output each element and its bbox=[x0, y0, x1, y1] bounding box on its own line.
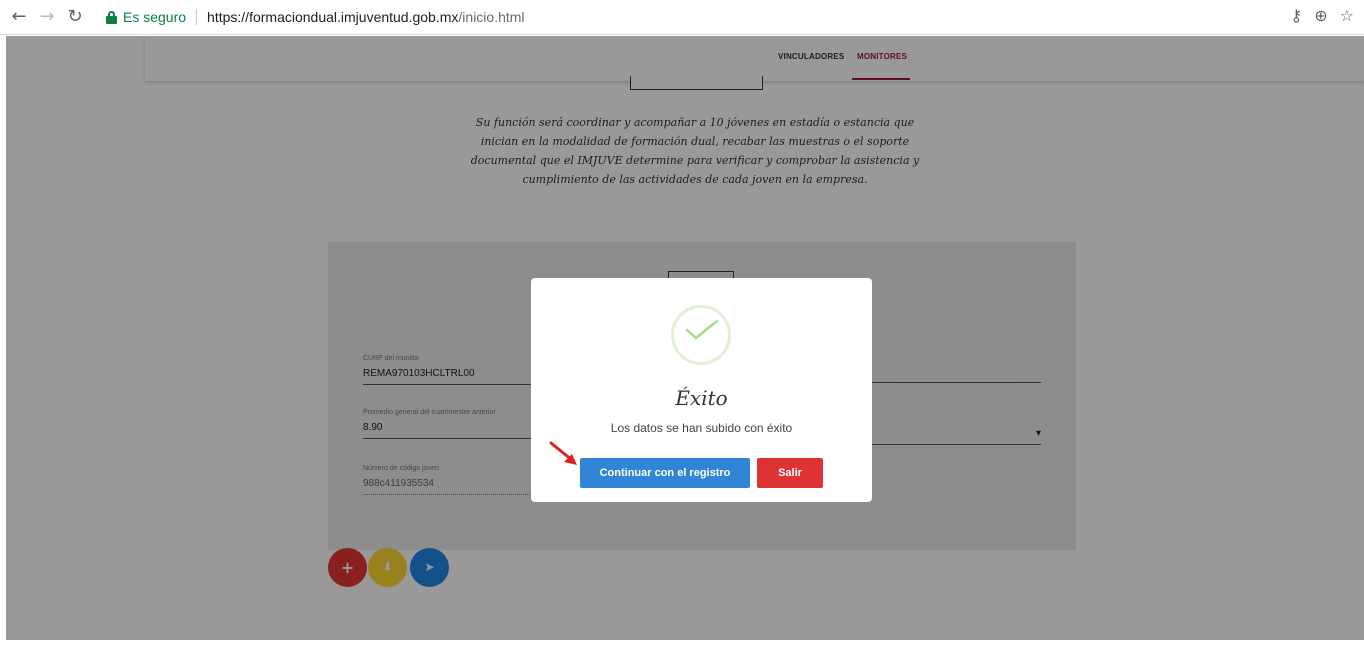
checkmark-icon bbox=[685, 320, 719, 340]
url-host: https://formaciondual.imjuventud.gob.mx bbox=[207, 9, 459, 25]
annotation-arrow-icon bbox=[549, 441, 577, 465]
back-arrow-icon[interactable]: ← bbox=[8, 6, 30, 28]
address-separator bbox=[196, 9, 198, 25]
dialog-title: Éxito bbox=[675, 386, 728, 410]
page-bottom-edge bbox=[0, 640, 1364, 645]
continue-registration-button[interactable]: Continuar con el registro bbox=[580, 458, 750, 488]
exit-button[interactable]: Salir bbox=[757, 458, 823, 488]
success-dialog: Éxito Los datos se han subido con éxito … bbox=[531, 278, 872, 502]
reload-icon[interactable]: ↻ bbox=[64, 6, 86, 28]
page-left-edge bbox=[0, 36, 6, 645]
browser-toolbar: ← → ↻ Es seguro https://formaciondual.im… bbox=[0, 0, 1364, 35]
address-bar[interactable]: Es seguro https://formaciondual.imjuvent… bbox=[100, 4, 1290, 30]
key-icon[interactable]: ⚷ bbox=[1291, 6, 1303, 25]
zoom-icon[interactable]: ⊕ bbox=[1314, 6, 1327, 25]
secure-label: Es seguro bbox=[123, 9, 187, 25]
forward-arrow-icon[interactable]: → bbox=[36, 6, 58, 28]
url-path: /inicio.html bbox=[458, 9, 525, 25]
lock-icon bbox=[106, 11, 117, 24]
star-icon[interactable]: ☆ bbox=[1340, 6, 1354, 25]
dialog-message: Los datos se han subido con éxito bbox=[610, 421, 793, 435]
